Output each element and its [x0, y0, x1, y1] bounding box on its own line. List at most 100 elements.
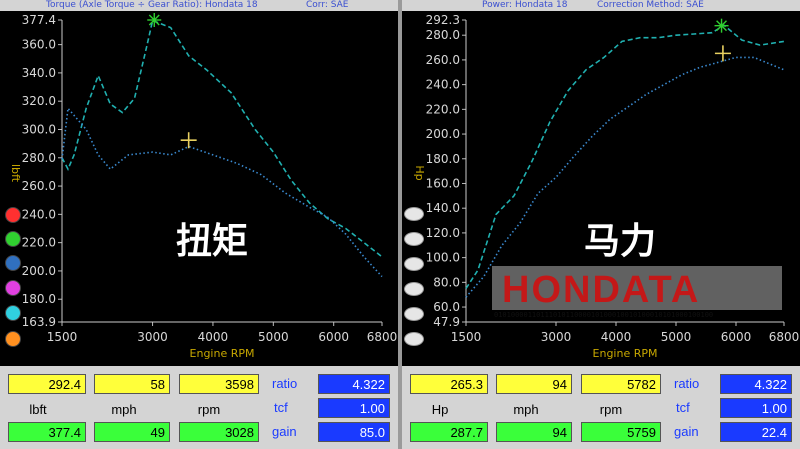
y-tick-label: 180.0: [426, 152, 460, 166]
gain-value[interactable]: 85.0: [318, 422, 390, 442]
peak-rpm-value: 3028: [179, 422, 259, 442]
power-plot-area[interactable]: 292.3 280.0 260.0 240.0 220.0 200.0 180.0 160.0…: [402, 11, 800, 366]
power-readouts: 265.3 94 5782 Hp mph rpm 287.7 94 5759 r…: [402, 366, 800, 449]
y-tick-label: 140.0: [426, 201, 460, 215]
y-tick-label: 280.0: [426, 28, 460, 42]
torque-readouts: 292.4 58 3598 lbft mph rpm 377.4 49 3028…: [0, 366, 398, 449]
y-tick-label: 377.4: [22, 13, 56, 27]
series-button-3[interactable]: [404, 257, 424, 271]
y-tick-label: 340.0: [22, 66, 56, 80]
power-correction: Correction Method: SAE: [597, 0, 704, 10]
ratio-label: ratio: [272, 376, 298, 391]
torque-watermark: 扭矩: [176, 221, 248, 262]
y-tick-label: 60.0: [433, 300, 460, 314]
y-tick-label: 292.3: [426, 13, 460, 27]
x-tick-label: 4000: [198, 330, 229, 344]
peak-mph-value: 49: [94, 422, 170, 442]
y-tick-label: 180.0: [22, 292, 56, 306]
cursor-power-value: 265.3: [410, 374, 488, 394]
rpm-unit-label: rpm: [197, 402, 221, 417]
gain-label: gain: [272, 424, 297, 439]
power-chart[interactable]: 292.3280.0 260.0 240.0 220.0 200.0 180.0 160.0…: [402, 11, 800, 366]
y-tick-label: 100.0: [426, 251, 460, 265]
series-button-1[interactable]: [404, 207, 424, 221]
tcf-value[interactable]: 1.00: [318, 398, 390, 418]
x-tick-label: 3000: [541, 330, 572, 344]
ratio-value[interactable]: 4.322: [720, 374, 792, 394]
y-tick-label: 260.0: [22, 179, 56, 193]
y-tick-label: 200.0: [22, 264, 56, 278]
x-tick-label: 5000: [661, 330, 692, 344]
y-axis-label: lbft: [9, 164, 22, 183]
cursor-mph-value: 58: [94, 374, 170, 394]
power-watermark: 马力: [584, 221, 656, 262]
y-tick-label: 280.0: [22, 151, 56, 165]
y-tick-label: 300.0: [22, 122, 56, 136]
torque-panel: Torque (Axle Torque ÷ Gear Ratio): Honda…: [0, 0, 398, 449]
y-tick-label: 160.0: [426, 176, 460, 190]
tcf-label: tcf: [676, 400, 690, 415]
ratio-label: ratio: [674, 376, 700, 391]
blue-series-button[interactable]: [5, 255, 21, 271]
x-tick-label: 4000: [601, 330, 632, 344]
x-tick-label: 6800: [769, 330, 800, 344]
x-tick-label: 6000: [318, 330, 349, 344]
green-series-button[interactable]: [5, 231, 21, 247]
tcf-value[interactable]: 1.00: [720, 398, 792, 418]
hondata-logo: HONDATA: [502, 269, 700, 311]
hondata-logo-binary: 0101000011011101011000010100010010100010…: [494, 311, 713, 319]
y-tick-label: 120.0: [426, 226, 460, 240]
torque-title: Torque (Axle Torque ÷ Gear Ratio): Honda…: [46, 0, 258, 10]
rpm-unit-label: rpm: [599, 402, 623, 417]
y-tick-label: 220.0: [22, 236, 56, 250]
y-tick-label: 200.0: [426, 127, 460, 141]
gain-value[interactable]: 22.4: [720, 422, 792, 442]
power-unit-label: Hp: [431, 402, 449, 417]
series-button-6[interactable]: [404, 332, 424, 346]
peak-rpm-value: 5759: [581, 422, 661, 442]
series-button-2[interactable]: [404, 232, 424, 246]
y-tick-label: 240.0: [426, 78, 460, 92]
cursor-torque-value: 292.4: [8, 374, 86, 394]
series-button-4[interactable]: [404, 282, 424, 296]
cyan-series-button[interactable]: [5, 305, 21, 321]
orange-series-button[interactable]: [5, 331, 21, 347]
y-tick-label: 320.0: [22, 94, 56, 108]
ratio-value[interactable]: 4.322: [318, 374, 390, 394]
mph-unit-label: mph: [111, 402, 137, 417]
x-tick-label: 5000: [258, 330, 289, 344]
mph-unit-label: mph: [513, 402, 539, 417]
x-tick-label: 6000: [721, 330, 752, 344]
torque-chart[interactable]: 377.4 360.0 340.0 320.0 300.0 280.0 260.0 240.0…: [0, 11, 398, 366]
torque-correction: Corr: SAE: [306, 0, 349, 10]
x-tick-label: 3000: [137, 330, 168, 344]
torque-titlebar: Torque (Axle Torque ÷ Gear Ratio): Honda…: [0, 0, 398, 11]
y-tick-label: 260.0: [426, 53, 460, 67]
y-tick-label: 220.0: [426, 102, 460, 116]
cursor-rpm-value: 5782: [581, 374, 661, 394]
torque-unit-label: lbft: [29, 402, 47, 417]
x-tick-label: 6800: [367, 330, 398, 344]
x-axis-label: Engine RPM: [190, 347, 255, 360]
y-axis-label: Hp: [413, 165, 426, 180]
peak-torque-value: 377.4: [8, 422, 86, 442]
x-axis-label: Engine RPM: [593, 347, 658, 360]
x-tick-label: 1500: [451, 330, 482, 344]
power-titlebar: Power: Hondata 18 Correction Method: SAE: [402, 0, 800, 11]
y-tick-label: 80.0: [433, 275, 460, 289]
power-title: Power: Hondata 18: [482, 0, 568, 10]
x-tick-label: 1500: [47, 330, 78, 344]
torque-plot-area[interactable]: 377.4 360.0 340.0 320.0 300.0 280.0 260.0 240.0…: [0, 11, 398, 366]
y-tick-label: 360.0: [22, 38, 56, 52]
peak-mph-value: 94: [496, 422, 572, 442]
y-tick-label: 163.9: [22, 315, 56, 329]
y-tick-label: 47.9: [433, 315, 460, 329]
power-panel: Power: Hondata 18 Correction Method: SAE…: [402, 0, 800, 449]
tcf-label: tcf: [274, 400, 288, 415]
peak-power-value: 287.7: [410, 422, 488, 442]
y-tick-label: 240.0: [22, 207, 56, 221]
gain-label: gain: [674, 424, 699, 439]
magenta-series-button[interactable]: [5, 280, 21, 296]
red-series-button[interactable]: [5, 207, 21, 223]
series-button-5[interactable]: [404, 307, 424, 321]
